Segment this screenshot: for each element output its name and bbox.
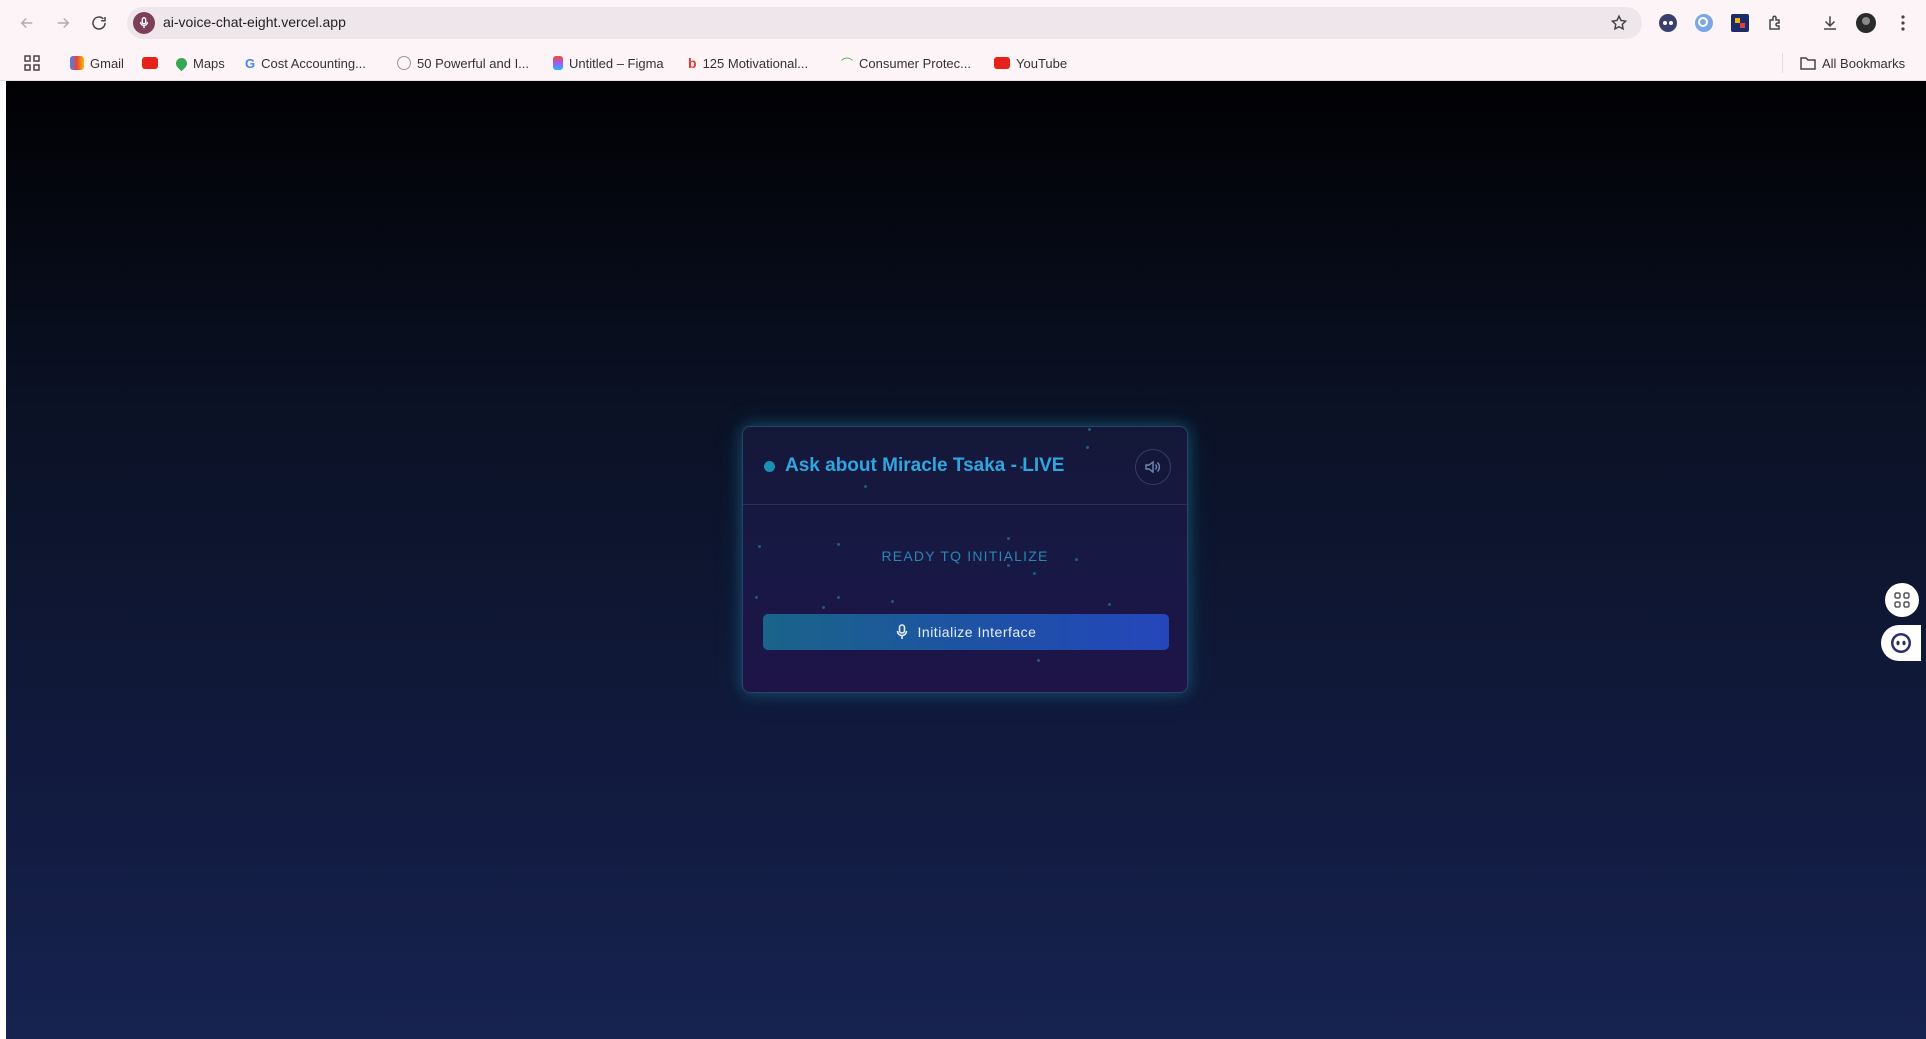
folder-icon: [1800, 57, 1816, 70]
bookmark-consumer-protection[interactable]: ⌒ Consumer Protec...: [841, 53, 971, 73]
bookmark-figma[interactable]: Untitled – Figma: [553, 53, 664, 73]
forward-icon[interactable]: [50, 10, 76, 36]
bookmarks-divider: [1782, 53, 1783, 73]
bookmark-star-icon[interactable]: [1610, 14, 1628, 32]
bookmarks-bar: Gmail Maps G Cost Accounting... 50 Power…: [0, 45, 1926, 81]
google-icon: G: [245, 55, 256, 71]
bookmark-cost-accounting[interactable]: G Cost Accounting...: [245, 53, 366, 73]
youtube-icon: [142, 57, 158, 69]
floating-grid-button[interactable]: [1885, 583, 1919, 617]
bookmark-label: Untitled – Figma: [569, 55, 664, 71]
particle-dot: [1108, 603, 1111, 606]
address-bar[interactable]: ai-voice-chat-eight.vercel.app: [127, 7, 1642, 39]
extensions-puzzle-icon[interactable]: [1765, 12, 1787, 34]
extension-colorful-icon[interactable]: [1729, 12, 1751, 34]
bookmark-gmail[interactable]: Gmail: [70, 53, 124, 73]
reload-icon[interactable]: [86, 10, 112, 36]
figma-icon: [553, 56, 563, 70]
download-icon[interactable]: [1819, 12, 1841, 34]
menu-kebab-icon[interactable]: [1892, 12, 1914, 34]
extension-bot-icon[interactable]: [1657, 12, 1679, 34]
microphone-icon: [896, 624, 907, 639]
particle-dot: [837, 596, 840, 599]
speaker-icon: [1145, 460, 1161, 474]
all-bookmarks-button[interactable]: All Bookmarks: [1800, 53, 1905, 73]
bookmark-label: 50 Powerful and I...: [417, 55, 530, 71]
profile-avatar[interactable]: [1855, 12, 1877, 34]
page-background: Ask about Miracle Tsaka - LIVE READY TQ …: [6, 81, 1926, 1039]
particle-dot: [1007, 564, 1010, 567]
floating-assistant-button[interactable]: [1881, 625, 1921, 661]
status-text: READY TQ INITIALIZE: [881, 548, 1049, 564]
gmail-icon: [70, 56, 84, 70]
extension-search-icon[interactable]: [1693, 12, 1715, 34]
bookmark-label: YouTube: [1016, 55, 1068, 71]
site-logo-icon: b: [688, 55, 697, 71]
particle-dot: [1037, 659, 1040, 662]
browser-toolbar: ai-voice-chat-eight.vercel.app: [0, 0, 1926, 45]
bookmark-label: Consumer Protec...: [859, 55, 972, 71]
maps-pin-icon: [173, 55, 190, 71]
bookmark-label: Maps: [193, 55, 225, 71]
particle-dot: [755, 596, 758, 599]
voice-chat-card: Ask about Miracle Tsaka - LIVE READY TQ …: [742, 426, 1188, 693]
youtube-icon: [994, 57, 1010, 69]
url-text: ai-voice-chat-eight.vercel.app: [163, 14, 346, 30]
bookmark-label: Gmail: [90, 55, 124, 71]
bookmark-125-motivational[interactable]: b 125 Motivational...: [688, 53, 808, 73]
bookmark-label: 125 Motivational...: [702, 55, 809, 71]
particle-dot: [1007, 537, 1010, 540]
bookmark-youtube[interactable]: YouTube: [994, 53, 1067, 73]
back-icon[interactable]: [14, 10, 40, 36]
bookmark-maps[interactable]: Maps: [173, 53, 225, 73]
particle-dot: [822, 606, 825, 609]
particle-dot: [891, 600, 894, 603]
site-circle-icon: [397, 56, 411, 70]
initialize-interface-button[interactable]: Initialize Interface: [763, 614, 1169, 650]
grid-icon: [1894, 592, 1910, 608]
initialize-button-label: Initialize Interface: [917, 624, 1037, 640]
bookmark-youtube-icon-only[interactable]: [142, 53, 158, 73]
speaker-toggle-button[interactable]: [1135, 449, 1171, 485]
bookmark-label: Cost Accounting...: [261, 55, 366, 71]
all-bookmarks-label: All Bookmarks: [1822, 55, 1906, 71]
card-title: Ask about Miracle Tsaka - LIVE: [785, 455, 1065, 476]
particle-dot: [837, 543, 840, 546]
assistant-bot-icon: [1891, 633, 1911, 653]
site-mic-icon: [133, 12, 155, 34]
particle-dot: [1033, 572, 1036, 575]
site-arc-icon: ⌒: [841, 56, 854, 71]
card-header: Ask about Miracle Tsaka - LIVE: [743, 427, 1187, 505]
live-indicator-dot: [764, 461, 775, 472]
apps-grid-icon[interactable]: [24, 53, 40, 73]
bookmark-50-powerful[interactable]: 50 Powerful and I...: [397, 53, 529, 73]
